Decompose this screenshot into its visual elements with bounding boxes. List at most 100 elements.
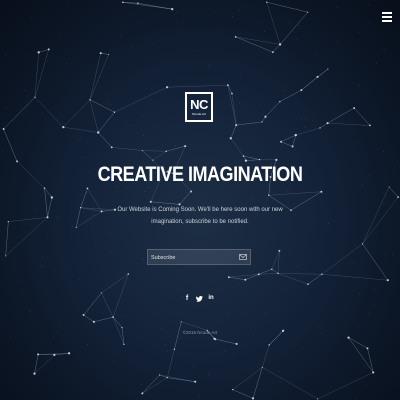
network-line bbox=[272, 44, 281, 53]
star-dot bbox=[68, 267, 70, 268]
network-line bbox=[89, 99, 99, 133]
star-dot bbox=[358, 85, 360, 87]
network-node bbox=[137, 2, 139, 4]
network-line bbox=[122, 2, 173, 10]
network-line bbox=[93, 316, 114, 323]
star-dot bbox=[143, 135, 144, 136]
star-dot bbox=[56, 216, 58, 218]
network-node bbox=[127, 273, 130, 275]
star-dot bbox=[21, 281, 22, 283]
star-dot bbox=[384, 194, 386, 196]
network-node bbox=[166, 86, 169, 89]
network-node bbox=[50, 196, 54, 199]
network-line bbox=[271, 269, 279, 274]
star-dot bbox=[54, 269, 55, 271]
envelope-icon[interactable] bbox=[239, 253, 247, 261]
star-dot bbox=[355, 398, 357, 400]
network-node bbox=[244, 278, 247, 281]
facebook-icon[interactable]: f bbox=[183, 294, 191, 303]
network-node bbox=[190, 190, 193, 193]
network-line bbox=[348, 337, 374, 373]
star-dot bbox=[384, 49, 386, 51]
network-line bbox=[258, 273, 279, 275]
star-dot bbox=[10, 337, 11, 338]
network-node bbox=[271, 51, 274, 54]
star-dot bbox=[279, 381, 281, 383]
star-dot bbox=[305, 118, 306, 119]
star-dot bbox=[111, 251, 113, 253]
network-line bbox=[228, 276, 246, 281]
network-node bbox=[34, 96, 36, 98]
star-dot bbox=[232, 15, 233, 17]
network-node bbox=[307, 283, 309, 285]
network-node bbox=[268, 194, 270, 196]
star-dot bbox=[289, 22, 291, 24]
network-line bbox=[100, 52, 109, 55]
network-node bbox=[261, 121, 263, 123]
star-dot bbox=[78, 139, 79, 140]
network-line bbox=[258, 269, 272, 275]
star-dot bbox=[300, 119, 302, 120]
star-dot bbox=[366, 385, 368, 386]
network-node bbox=[37, 353, 40, 356]
subscribe-form bbox=[147, 249, 251, 265]
star-dot bbox=[66, 2, 68, 4]
network-line bbox=[362, 243, 389, 281]
star-dot bbox=[252, 335, 254, 336]
star-dot bbox=[82, 157, 83, 158]
network-line bbox=[327, 122, 370, 126]
network-node bbox=[278, 43, 282, 46]
subscribe-input[interactable] bbox=[151, 252, 235, 263]
network-node bbox=[184, 145, 187, 148]
network-node bbox=[372, 371, 375, 374]
star-dot bbox=[363, 366, 365, 367]
star-dot bbox=[113, 360, 114, 362]
network-node bbox=[166, 376, 168, 379]
hamburger-line bbox=[382, 20, 392, 22]
network-node bbox=[280, 140, 283, 143]
network-line bbox=[280, 134, 296, 143]
linkedin-icon[interactable]: in bbox=[207, 294, 215, 303]
star-dot bbox=[282, 289, 284, 291]
network-line bbox=[114, 86, 168, 113]
network-line bbox=[227, 85, 237, 126]
star-dot bbox=[357, 326, 359, 328]
star-dot bbox=[263, 31, 265, 32]
star-dot bbox=[263, 313, 265, 315]
star-dot bbox=[2, 150, 3, 151]
network-node bbox=[141, 392, 144, 395]
network-line bbox=[174, 321, 182, 350]
constellation-background bbox=[2, 1, 400, 400]
twitter-icon[interactable] bbox=[195, 294, 203, 303]
star-dot bbox=[260, 104, 261, 106]
network-line bbox=[75, 207, 81, 228]
network-node bbox=[271, 268, 273, 270]
network-line bbox=[327, 107, 355, 124]
tagline-text: Our Website is Coming Soon. We'll be her… bbox=[117, 207, 283, 225]
star-dot bbox=[27, 54, 29, 55]
network-line bbox=[389, 186, 399, 198]
network-node bbox=[266, 1, 268, 3]
star-dot bbox=[130, 390, 132, 391]
star-dot bbox=[79, 278, 80, 280]
network-line bbox=[80, 188, 88, 208]
network-node bbox=[79, 207, 82, 209]
network-node bbox=[152, 159, 154, 161]
star-dot bbox=[376, 62, 377, 64]
network-node bbox=[275, 158, 278, 161]
star-dot bbox=[337, 41, 339, 43]
star-dot bbox=[321, 193, 323, 194]
star-dot bbox=[296, 7, 298, 9]
menu-button[interactable] bbox=[382, 12, 392, 24]
network-line bbox=[3, 97, 36, 130]
star-dot bbox=[81, 137, 82, 139]
star-dot bbox=[124, 152, 126, 154]
star-dot bbox=[383, 204, 385, 205]
network-line bbox=[83, 314, 95, 323]
network-line bbox=[47, 197, 53, 218]
star-dot bbox=[41, 265, 43, 267]
network-node bbox=[33, 372, 36, 375]
star-dot bbox=[321, 75, 323, 76]
network-line bbox=[232, 389, 254, 399]
star-dot bbox=[167, 350, 168, 352]
